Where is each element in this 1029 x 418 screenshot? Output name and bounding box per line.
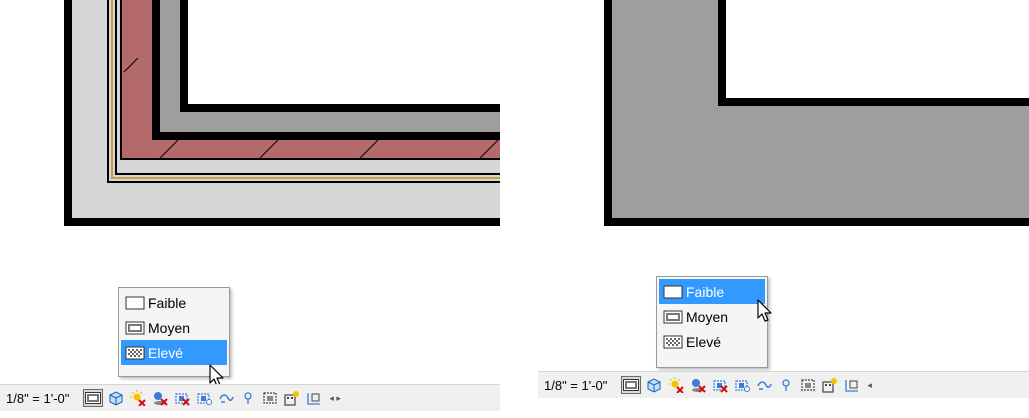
right-view-panel: Faible Moyen Elevé 1/8" = 1'-0" ◂ <box>538 0 1029 418</box>
left-view-panel: Faible Moyen Elevé 1/8" = 1'-0" ◂ ▸ <box>0 0 500 418</box>
scroll-arrow-icon[interactable]: ◂ <box>867 380 872 391</box>
mouse-pointer-icon <box>757 299 772 322</box>
view-control-bar: 1/8" = 1'-0" <box>538 371 1029 398</box>
crop-region-icon <box>197 393 213 405</box>
crop-view-button[interactable] <box>711 376 729 394</box>
sun-path-button[interactable] <box>667 376 685 394</box>
temporary-properties-button[interactable] <box>283 389 301 407</box>
scroll-arrows-icon[interactable]: ◂ ▸ <box>329 393 341 404</box>
cube-icon <box>109 391 123 406</box>
detail-medium-icon <box>663 310 683 323</box>
shadows-button[interactable] <box>151 389 169 407</box>
shadows-button[interactable] <box>689 376 707 394</box>
crop-off-icon <box>175 393 191 406</box>
menu-item-eleve[interactable]: Elevé <box>121 340 227 365</box>
reveal-hidden-icon <box>801 379 815 391</box>
menu-item-label: Elevé <box>148 344 184 361</box>
shadows-off-icon <box>692 379 707 393</box>
detail-medium-icon <box>125 321 145 334</box>
unlock-3d-view-button[interactable] <box>755 376 773 394</box>
detail-level-menu: Faible Moyen Elevé <box>656 276 768 368</box>
sun-path-button[interactable] <box>129 389 147 407</box>
reveal-hidden-button[interactable] <box>799 376 817 394</box>
menu-item-moyen[interactable]: Moyen <box>121 315 227 340</box>
view-control-bar: 1/8" = 1'-0" <box>0 384 500 411</box>
detail-coarse-icon <box>125 296 145 309</box>
crop-off-icon <box>713 380 729 393</box>
temporary-hide-button[interactable] <box>777 376 795 394</box>
scale-label[interactable]: 1/8" = 1'-0" <box>544 378 607 393</box>
analytical-model-button[interactable] <box>305 389 323 407</box>
detail-level-button[interactable] <box>83 389 104 407</box>
detail-coarse-icon <box>663 285 683 298</box>
crop-region-icon <box>735 380 751 392</box>
menu-item-faible[interactable]: Faible <box>659 279 765 304</box>
detail-level-button[interactable] <box>621 376 642 394</box>
glasses-icon <box>782 379 791 391</box>
detail-fine-icon <box>663 335 683 348</box>
reveal-hidden-icon <box>263 392 277 404</box>
building-icon <box>822 378 838 393</box>
menu-item-label: Elevé <box>686 333 722 350</box>
detail-medium-icon <box>85 392 102 404</box>
analytical-model-icon <box>307 393 321 405</box>
sun-off-icon <box>668 377 685 393</box>
show-crop-region-button[interactable] <box>195 389 213 407</box>
menu-item-label: Faible <box>686 283 725 300</box>
visual-style-button[interactable] <box>645 376 663 394</box>
detail-fine-icon <box>125 346 145 359</box>
wall-corner-drawing-fine <box>0 0 500 240</box>
menu-item-label: Faible <box>148 294 187 311</box>
analytical-model-icon <box>845 380 859 392</box>
sun-off-icon <box>130 390 147 406</box>
wall-corner-drawing-coarse <box>538 0 1029 240</box>
reveal-hidden-button[interactable] <box>261 389 279 407</box>
menu-item-moyen[interactable]: Moyen <box>659 304 765 329</box>
menu-item-label: Moyen <box>686 308 729 325</box>
shadows-off-icon <box>154 392 169 406</box>
unlock-3d-view-button[interactable] <box>217 389 235 407</box>
glasses-icon <box>244 392 253 404</box>
scale-label[interactable]: 1/8" = 1'-0" <box>6 391 69 406</box>
show-crop-region-button[interactable] <box>733 376 751 394</box>
menu-item-faible[interactable]: Faible <box>121 290 227 315</box>
menu-item-eleve[interactable]: Elevé <box>659 329 765 354</box>
menu-item-label: Moyen <box>148 319 191 336</box>
detail-medium-icon <box>623 379 640 391</box>
analytical-model-button[interactable] <box>843 376 861 394</box>
lock-view-icon <box>757 381 773 390</box>
cube-icon <box>647 378 661 393</box>
building-icon <box>284 391 300 406</box>
lock-view-icon <box>219 394 235 403</box>
crop-view-button[interactable] <box>173 389 191 407</box>
temporary-properties-button[interactable] <box>821 376 839 394</box>
temporary-hide-button[interactable] <box>239 389 257 407</box>
visual-style-button[interactable] <box>107 389 125 407</box>
